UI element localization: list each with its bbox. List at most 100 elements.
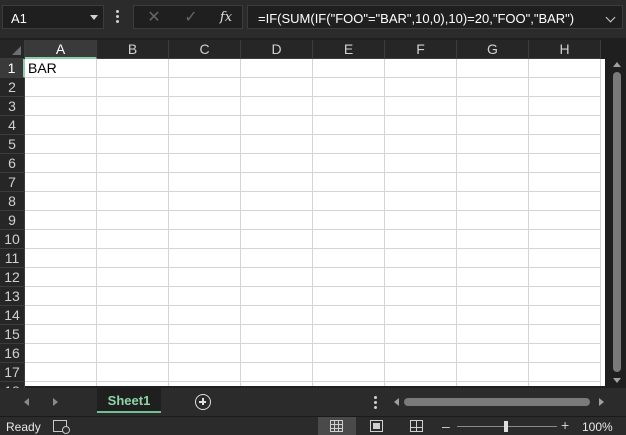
row-header-10[interactable]: 10 — [0, 230, 25, 249]
cell-f11[interactable] — [385, 249, 457, 268]
cell-h4[interactable] — [529, 116, 601, 135]
cell-c2[interactable] — [169, 78, 241, 97]
cell-h15[interactable] — [529, 325, 601, 344]
cell-f18[interactable] — [385, 382, 457, 386]
column-header-c[interactable]: C — [169, 40, 241, 59]
cell-e8[interactable] — [313, 192, 385, 211]
cell-d15[interactable] — [241, 325, 313, 344]
cell-h8[interactable] — [529, 192, 601, 211]
cell-a14[interactable] — [25, 306, 97, 325]
cell-f3[interactable] — [385, 97, 457, 116]
cell-h9[interactable] — [529, 211, 601, 230]
add-sheet-icon[interactable] — [195, 394, 211, 410]
cell-f9[interactable] — [385, 211, 457, 230]
cell-e10[interactable] — [313, 230, 385, 249]
cell-b3[interactable] — [97, 97, 169, 116]
accessibility-icon[interactable] — [53, 420, 70, 434]
cell-b9[interactable] — [97, 211, 169, 230]
cell-f16[interactable] — [385, 344, 457, 363]
cell-g16[interactable] — [457, 344, 529, 363]
horizontal-scroll-thumb[interactable] — [404, 398, 590, 406]
cell-h16[interactable] — [529, 344, 601, 363]
cell-c1[interactable] — [169, 59, 241, 78]
cell-e14[interactable] — [313, 306, 385, 325]
next-sheet-icon[interactable] — [48, 395, 62, 409]
cell-g11[interactable] — [457, 249, 529, 268]
row-header-6[interactable]: 6 — [0, 154, 25, 173]
cell-d18[interactable] — [241, 382, 313, 386]
cell-c11[interactable] — [169, 249, 241, 268]
cell-h2[interactable] — [529, 78, 601, 97]
cell-a2[interactable] — [25, 78, 97, 97]
cell-a6[interactable] — [25, 154, 97, 173]
cell-g7[interactable] — [457, 173, 529, 192]
cell-d3[interactable] — [241, 97, 313, 116]
cell-b1[interactable] — [97, 59, 169, 78]
cell-e12[interactable] — [313, 268, 385, 287]
scroll-right-icon[interactable] — [599, 398, 604, 406]
cell-a1[interactable]: BAR — [25, 59, 97, 78]
cell-h18[interactable] — [529, 382, 601, 386]
row-header-5[interactable]: 5 — [0, 135, 25, 154]
cell-d6[interactable] — [241, 154, 313, 173]
insert-function-button[interactable]: fx — [214, 8, 238, 28]
page-break-view-button[interactable] — [398, 417, 436, 435]
sheet-tab-sheet1[interactable]: Sheet1 — [97, 388, 161, 413]
cell-d17[interactable] — [241, 363, 313, 382]
cell-g13[interactable] — [457, 287, 529, 306]
formula-input[interactable]: =IF(SUM(IF("FOO"="BAR",10,0),10)=20,"FOO… — [247, 5, 623, 29]
cell-b8[interactable] — [97, 192, 169, 211]
column-header-a[interactable]: A — [25, 40, 97, 59]
cell-e18[interactable] — [313, 382, 385, 386]
cell-a9[interactable] — [25, 211, 97, 230]
cell-e5[interactable] — [313, 135, 385, 154]
cell-g17[interactable] — [457, 363, 529, 382]
cell-e9[interactable] — [313, 211, 385, 230]
cell-e4[interactable] — [313, 116, 385, 135]
cell-b4[interactable] — [97, 116, 169, 135]
cell-a3[interactable] — [25, 97, 97, 116]
cell-e7[interactable] — [313, 173, 385, 192]
cell-d1[interactable] — [241, 59, 313, 78]
row-header-15[interactable]: 15 — [0, 325, 25, 344]
cell-c7[interactable] — [169, 173, 241, 192]
cell-c10[interactable] — [169, 230, 241, 249]
zoom-in-button[interactable]: + — [561, 417, 569, 433]
cell-e11[interactable] — [313, 249, 385, 268]
vertical-scrollbar[interactable] — [610, 59, 624, 386]
cell-grid[interactable]: BAR — [25, 59, 605, 386]
column-header-b[interactable]: B — [97, 40, 169, 59]
row-header-11[interactable]: 11 — [0, 249, 25, 268]
cell-h13[interactable] — [529, 287, 601, 306]
column-header-f[interactable]: F — [385, 40, 457, 59]
cell-f17[interactable] — [385, 363, 457, 382]
column-header-d[interactable]: D — [241, 40, 313, 59]
cell-d14[interactable] — [241, 306, 313, 325]
cell-h3[interactable] — [529, 97, 601, 116]
cell-b5[interactable] — [97, 135, 169, 154]
cell-g3[interactable] — [457, 97, 529, 116]
cell-d13[interactable] — [241, 287, 313, 306]
previous-sheet-icon[interactable] — [20, 395, 34, 409]
scroll-left-icon[interactable] — [394, 398, 399, 406]
cell-g6[interactable] — [457, 154, 529, 173]
column-header-e[interactable]: E — [313, 40, 385, 59]
cell-b16[interactable] — [97, 344, 169, 363]
cell-a8[interactable] — [25, 192, 97, 211]
cell-b12[interactable] — [97, 268, 169, 287]
cell-e17[interactable] — [313, 363, 385, 382]
cell-e2[interactable] — [313, 78, 385, 97]
row-header-14[interactable]: 14 — [0, 306, 25, 325]
cell-g15[interactable] — [457, 325, 529, 344]
cell-c3[interactable] — [169, 97, 241, 116]
row-header-2[interactable]: 2 — [0, 78, 25, 97]
cell-a17[interactable] — [25, 363, 97, 382]
scroll-up-icon[interactable] — [613, 62, 621, 67]
cell-b13[interactable] — [97, 287, 169, 306]
cell-c16[interactable] — [169, 344, 241, 363]
page-layout-view-button[interactable] — [358, 417, 396, 435]
cell-c6[interactable] — [169, 154, 241, 173]
cell-b10[interactable] — [97, 230, 169, 249]
cell-b18[interactable] — [97, 382, 169, 386]
cell-f5[interactable] — [385, 135, 457, 154]
